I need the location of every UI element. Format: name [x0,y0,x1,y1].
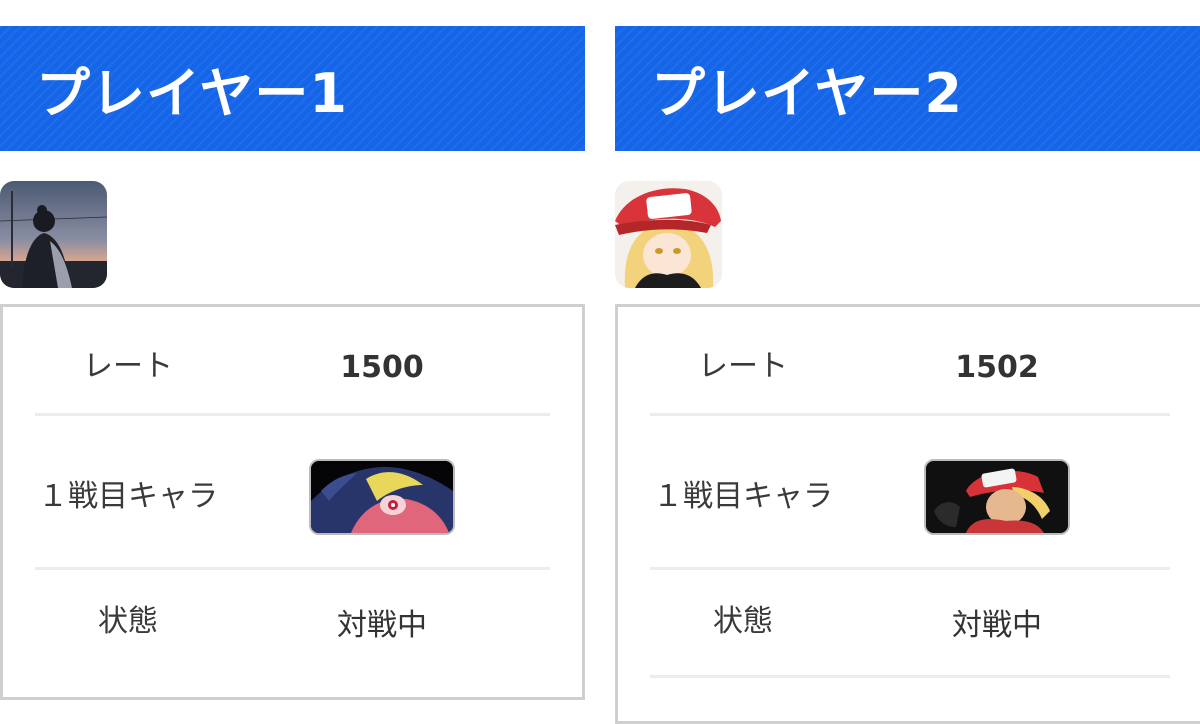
character-label: １戦目キャラ [38,479,218,514]
player1-panel: プレイヤー1 レート 1500 １戦目キャラ 状態 対戦中 [0,26,585,700]
player1-status-row: 状態 対戦中 [35,592,550,652]
character-label: １戦目キャラ [653,479,833,514]
player2-header: プレイヤー2 [615,26,1200,151]
rate-label: レート [83,349,173,384]
player2-info-card: レート 1502 １戦目キャラ 状態 対戦中 [615,304,1200,724]
player1-info-card: レート 1500 １戦目キャラ 状態 対戦中 [0,304,585,700]
divider [35,413,550,416]
status-label: 状態 [713,604,773,639]
status-label: 状態 [98,604,158,639]
player1-rate-row: レート 1500 [35,337,550,397]
player1-avatar[interactable] [0,181,107,288]
player2-title: プレイヤー2 [651,62,963,125]
player1-title: プレイヤー1 [36,62,348,125]
player2-character-row: １戦目キャラ [650,437,1170,557]
player2-rate-row: レート 1502 [650,337,1170,397]
player1-character-row: １戦目キャラ [35,437,550,557]
rate-value: 1502 [955,349,1039,385]
rate-label: レート [698,349,788,384]
player2-panel: プレイヤー2 レート 1502 １戦目キャラ 状態 対戦中 [615,26,1200,724]
divider [650,413,1170,416]
player1-header: プレイヤー1 [0,26,585,151]
rate-value: 1500 [340,349,424,385]
status-value: 対戦中 [337,608,427,643]
player2-avatar[interactable] [615,181,722,288]
player2-status-row: 状態 対戦中 [650,592,1170,652]
terry-icon[interactable] [924,459,1070,535]
divider [35,567,550,570]
divider [650,567,1170,570]
greninja-icon[interactable] [309,459,455,535]
status-value: 対戦中 [952,608,1042,643]
divider [650,675,1170,678]
